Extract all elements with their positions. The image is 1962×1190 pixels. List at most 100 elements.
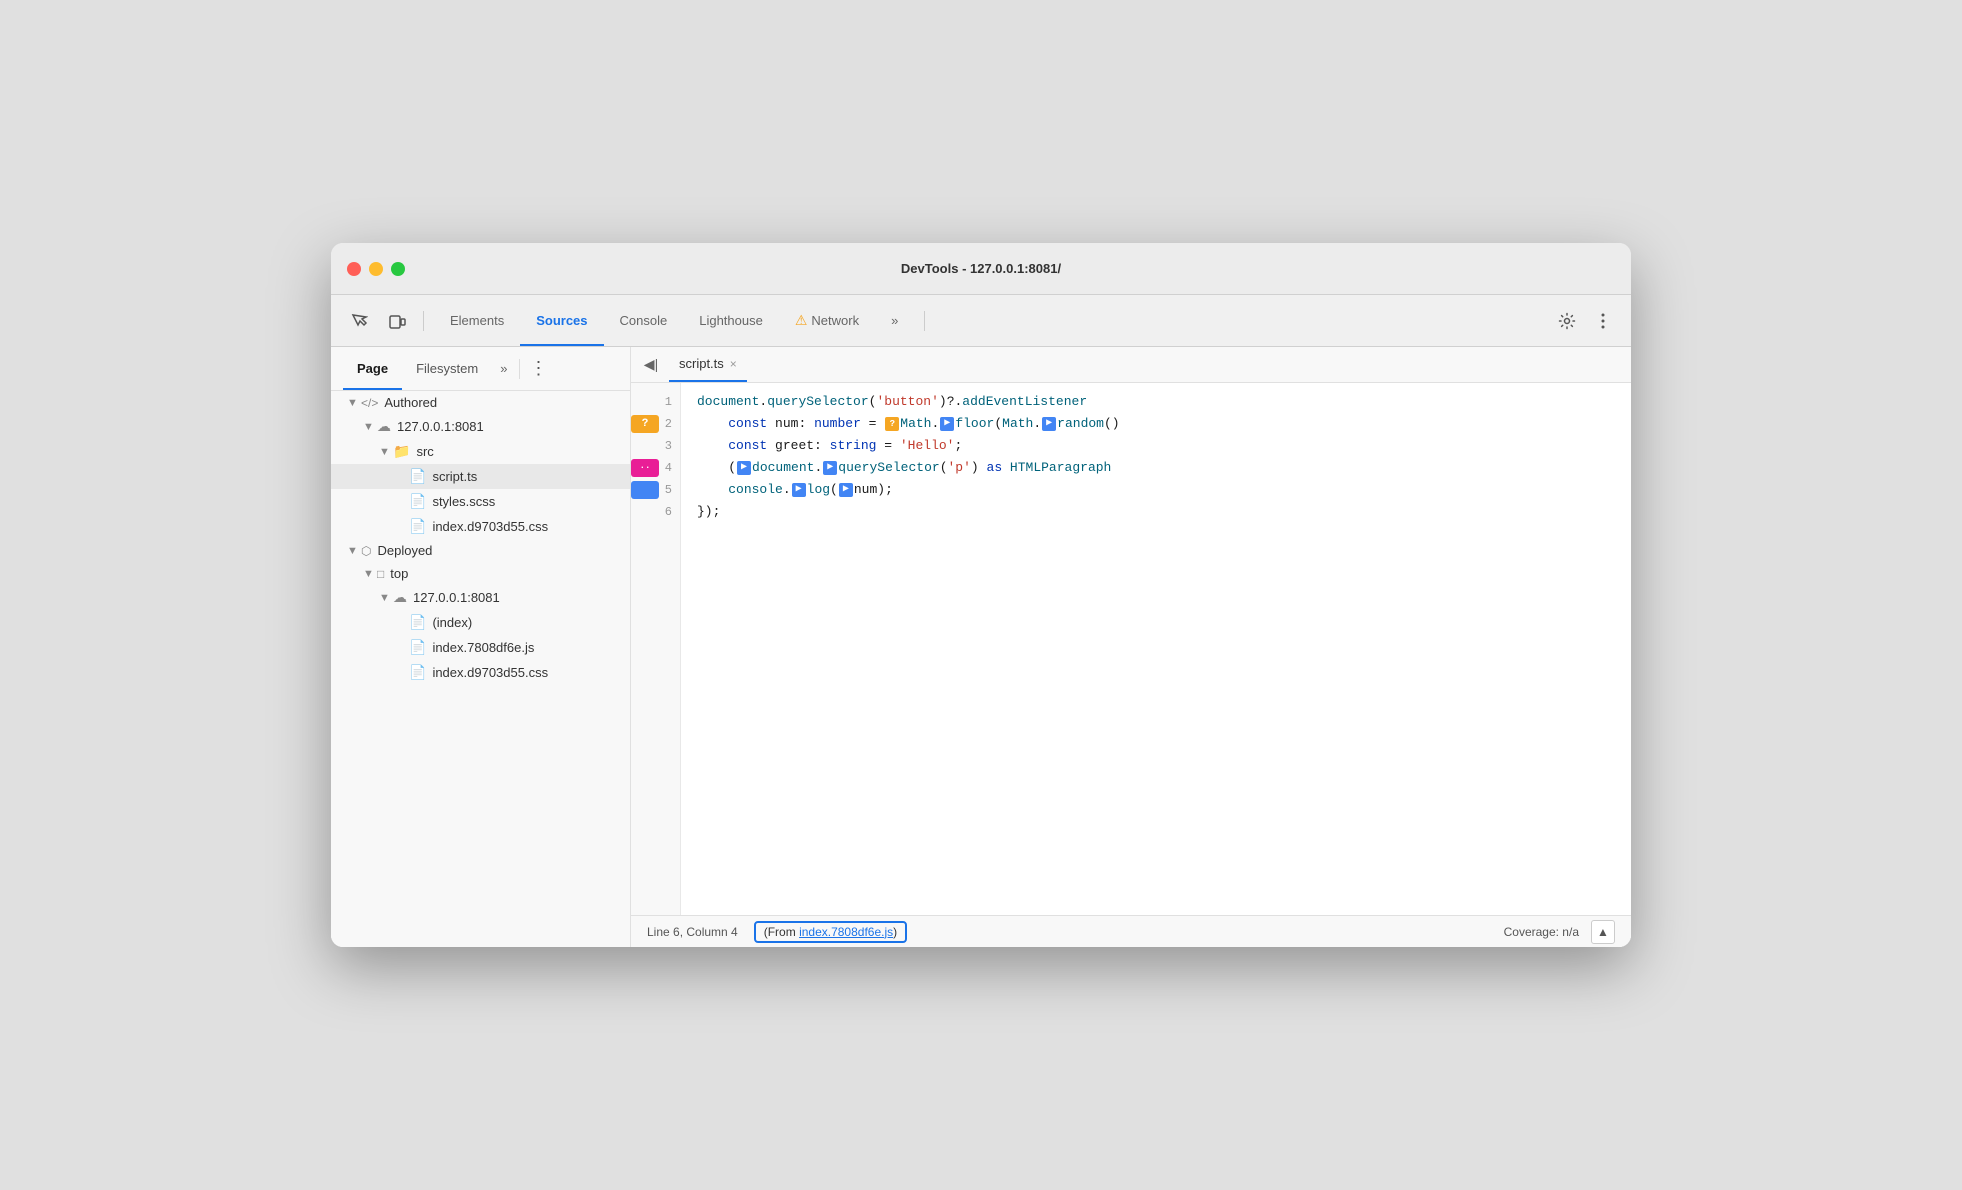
- badge-blue: [631, 481, 659, 499]
- tab-more[interactable]: »: [875, 295, 914, 346]
- tree-label: 127.0.0.1:8081: [413, 590, 500, 605]
- tab-elements[interactable]: Elements: [434, 295, 520, 346]
- status-bar: Line 6, Column 4 (From index.7808df6e.js…: [631, 915, 1631, 947]
- tree-label: top: [390, 566, 408, 581]
- tab-sources[interactable]: Sources: [520, 295, 603, 346]
- editor-panel: ◀| script.ts × 1 ? 2: [631, 347, 1631, 947]
- file-icon: 📄: [409, 468, 426, 485]
- line-number-3: 3: [631, 435, 680, 457]
- type-icon-question: ?: [885, 417, 899, 431]
- tree-item-top[interactable]: ▼ □ top: [331, 562, 630, 585]
- tree-item-index-css-authored[interactable]: 📄 index.d9703d55.css: [331, 514, 630, 539]
- line-number-1: 1: [631, 391, 680, 413]
- tree-item-authored[interactable]: ▼ </> Authored: [331, 391, 630, 414]
- toolbar-separator-2: [924, 311, 925, 331]
- code-line-3: const greet: string = 'Hello';: [697, 435, 1615, 457]
- main-toolbar: Elements Sources Console Lighthouse ⚠ Ne…: [331, 295, 1631, 347]
- tree-arrow: ▼: [379, 592, 393, 604]
- type-icon-arrow-3: ▶: [737, 461, 751, 475]
- titlebar: DevTools - 127.0.0.1:8081/: [331, 243, 1631, 295]
- close-button[interactable]: [347, 262, 361, 276]
- tree-arrow: ▼: [347, 397, 361, 409]
- maximize-button[interactable]: [391, 262, 405, 276]
- status-right: Coverage: n/a ▲: [1504, 920, 1615, 944]
- tree-arrow: ▼: [363, 421, 377, 433]
- type-icon-arrow-5: ▶: [792, 483, 806, 497]
- tree-label: index.d9703d55.css: [432, 665, 548, 680]
- settings-button[interactable]: [1551, 305, 1583, 337]
- subtab-more[interactable]: »: [492, 361, 515, 376]
- tree-label: 127.0.0.1:8081: [397, 419, 484, 434]
- line-number-5: 5: [631, 479, 680, 501]
- tree-arrow: ▼: [363, 568, 377, 580]
- code-line-6: });: [697, 501, 1615, 523]
- subtab-filesystem[interactable]: Filesystem: [402, 347, 492, 390]
- tree-item-index-css-deployed[interactable]: 📄 index.d9703d55.css: [331, 660, 630, 685]
- line-numbers: 1 ? 2 3 ·· 4: [631, 383, 681, 915]
- authored-icon: </>: [361, 396, 378, 410]
- tree-item-styles-scss[interactable]: 📄 styles.scss: [331, 489, 630, 514]
- folder-icon: 📁: [393, 443, 410, 460]
- file-icon: 📄: [409, 639, 426, 656]
- tree-item-host-deployed[interactable]: ▼ ☁ 127.0.0.1:8081: [331, 585, 630, 610]
- tab-console[interactable]: Console: [604, 295, 684, 346]
- source-link[interactable]: index.7808df6e.js: [799, 925, 893, 939]
- tree-item-script-ts[interactable]: 📄 script.ts: [331, 464, 630, 489]
- minimize-button[interactable]: [369, 262, 383, 276]
- code-content: document.querySelector('button')?.addEve…: [681, 383, 1631, 915]
- tree-label: script.ts: [432, 469, 477, 484]
- type-icon-arrow-4: ▶: [823, 461, 837, 475]
- tree-item-src[interactable]: ▼ 📁 src: [331, 439, 630, 464]
- sidebar-toggle-button[interactable]: ◀|: [639, 353, 663, 377]
- line-number-2: ? 2: [631, 413, 680, 435]
- file-icon: 📄: [409, 518, 426, 535]
- type-icon-arrow-6: ▶: [839, 483, 853, 497]
- tree-label: Deployed: [377, 543, 432, 558]
- editor-tab-script-ts[interactable]: script.ts ×: [669, 347, 747, 382]
- tab-lighthouse[interactable]: Lighthouse: [683, 295, 779, 346]
- tree-item-deployed[interactable]: ▼ ⬡ Deployed: [331, 539, 630, 562]
- tree-label: index.7808df6e.js: [432, 640, 534, 655]
- line-number-6: 6: [631, 501, 680, 523]
- more-menu-button[interactable]: [1587, 305, 1619, 337]
- subtab-page[interactable]: Page: [343, 347, 402, 390]
- tree-label: index.d9703d55.css: [432, 519, 548, 534]
- type-icon-arrow-2: ▶: [1042, 417, 1056, 431]
- source-badge: (From index.7808df6e.js): [754, 921, 907, 943]
- subtoolbar: Page Filesystem » ⋮: [331, 347, 630, 391]
- file-icon: 📄: [409, 664, 426, 681]
- tab-network[interactable]: ⚠ Network: [779, 295, 875, 346]
- tree-arrow: ▼: [347, 545, 361, 557]
- editor-tab-label: script.ts: [679, 356, 724, 371]
- tree-label: styles.scss: [432, 494, 495, 509]
- cursor-position: Line 6, Column 4: [647, 925, 738, 939]
- window-title: DevTools - 127.0.0.1:8081/: [901, 261, 1061, 276]
- tree-label: src: [416, 444, 433, 459]
- code-editor[interactable]: 1 ? 2 3 ·· 4: [631, 383, 1631, 915]
- file-tree-panel: Page Filesystem » ⋮ ▼ </> Authored: [331, 347, 631, 947]
- traffic-lights: [347, 262, 405, 276]
- subtoolbar-menu[interactable]: ⋮: [524, 355, 552, 383]
- cloud-icon: ☁: [393, 589, 407, 606]
- coverage-label: Coverage: n/a: [1504, 925, 1579, 939]
- badge-question: ?: [631, 415, 659, 433]
- toolbar-separator: [423, 311, 424, 331]
- type-icon-arrow: ▶: [940, 417, 954, 431]
- editor-tab-close[interactable]: ×: [730, 357, 737, 371]
- code-line-4: (▶document.▶querySelector('p') as HTMLPa…: [697, 457, 1615, 479]
- tree-label: Authored: [384, 395, 437, 410]
- tab-list: Elements Sources Console Lighthouse ⚠ Ne…: [434, 295, 914, 346]
- code-line-2: const num: number = ?Math.▶floor(Math.▶r…: [697, 413, 1615, 435]
- line-number-4: ·· 4: [631, 457, 680, 479]
- tree-item-index[interactable]: 📄 (index): [331, 610, 630, 635]
- devtools-window: DevTools - 127.0.0.1:8081/ Elements Sour…: [331, 243, 1631, 947]
- tree-item-index-js[interactable]: 📄 index.7808df6e.js: [331, 635, 630, 660]
- tree-arrow: ▼: [379, 446, 393, 458]
- file-icon: 📄: [409, 614, 426, 631]
- subtoolbar-sep: [519, 359, 520, 379]
- tree-item-host-authored[interactable]: ▼ ☁ 127.0.0.1:8081: [331, 414, 630, 439]
- coverage-button[interactable]: ▲: [1591, 920, 1615, 944]
- editor-tabs: ◀| script.ts ×: [631, 347, 1631, 383]
- inspect-button[interactable]: [343, 305, 375, 337]
- device-toolbar-button[interactable]: [381, 305, 413, 337]
